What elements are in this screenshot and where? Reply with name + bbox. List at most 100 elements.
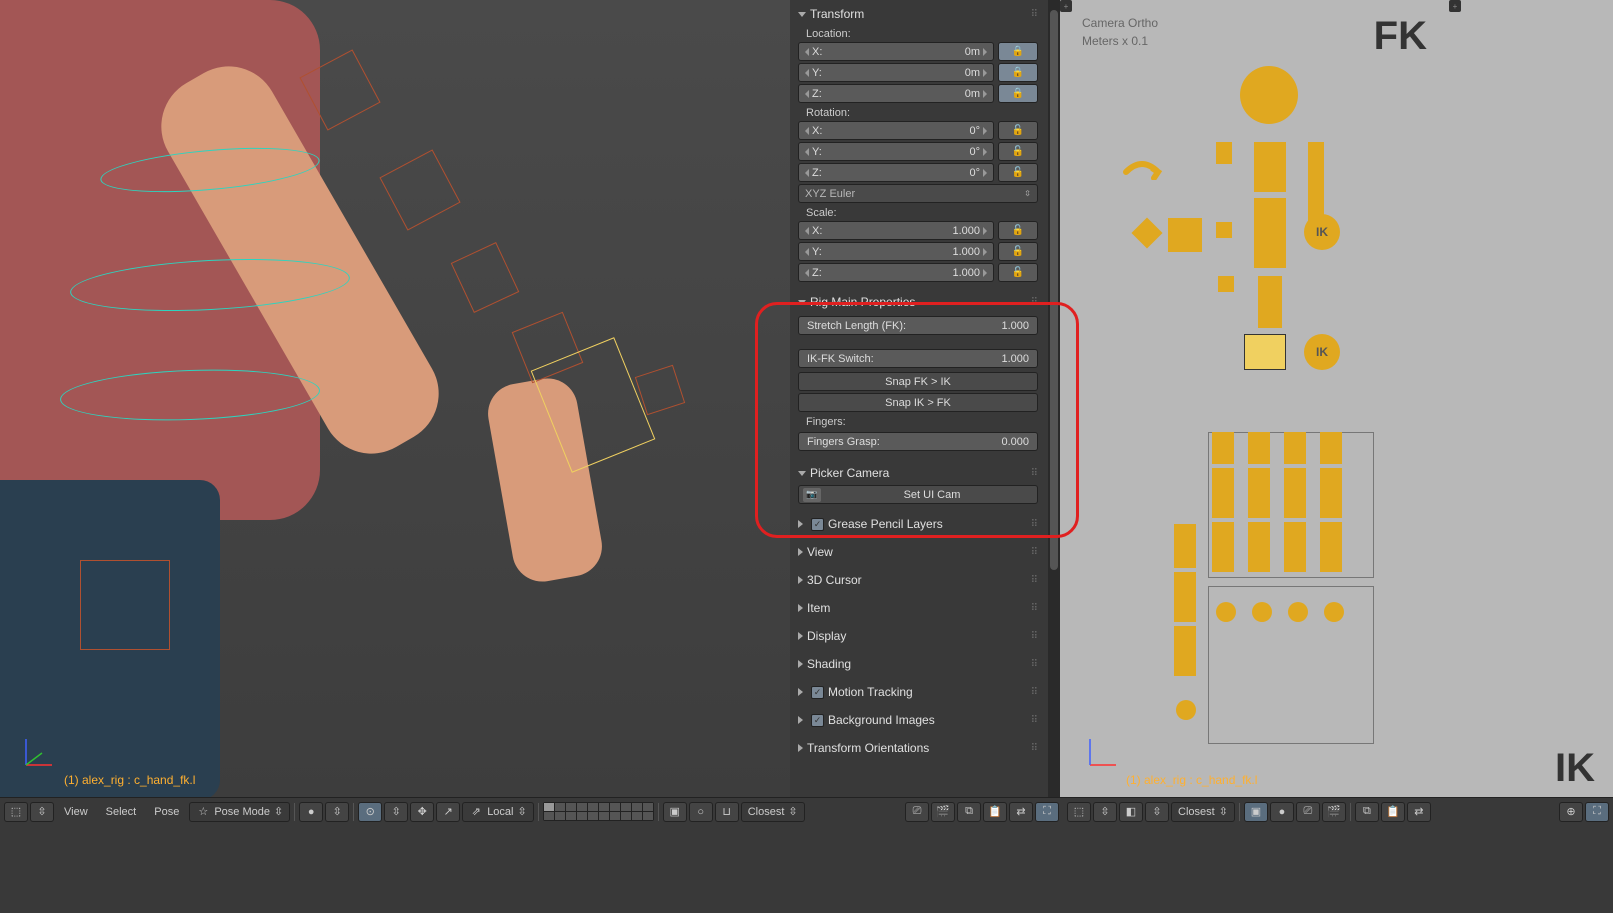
picker-thumb[interactable]: [1174, 524, 1196, 568]
drag-handle-icon[interactable]: ⠿: [1031, 659, 1038, 670]
drag-handle-icon[interactable]: ⠿: [1031, 631, 1038, 642]
opengl-anim-button[interactable]: 🎬: [931, 802, 955, 822]
checkbox-icon[interactable]: ✓: [811, 518, 824, 531]
picker-head[interactable]: [1240, 66, 1298, 124]
maximize-button[interactable]: ⛶: [1035, 802, 1059, 822]
display-button[interactable]: ▣: [1244, 802, 1268, 822]
ikfk-switch-field[interactable]: IK-FK Switch:1.000: [798, 349, 1038, 368]
rotation-mode-dropdown[interactable]: XYZ Euler⇳: [798, 184, 1038, 203]
opengl-render-button[interactable]: ⎚: [905, 802, 929, 822]
picker-finger[interactable]: [1248, 522, 1270, 572]
picker-knuckle[interactable]: [1216, 602, 1236, 622]
loc-y-field[interactable]: Y:0m: [798, 63, 994, 82]
loc-z-field[interactable]: Z:0m: [798, 84, 994, 103]
region-toggle-icon[interactable]: +: [1060, 0, 1072, 12]
drag-handle-icon[interactable]: ⠿: [1031, 297, 1038, 308]
drag-handle-icon[interactable]: ⠿: [1031, 575, 1038, 586]
drag-handle-icon[interactable]: ⠿: [1031, 519, 1038, 530]
editor-type-caret[interactable]: ⇳: [1093, 802, 1117, 822]
copy-button[interactable]: ⧉: [1355, 802, 1379, 822]
snap-fk-ik-button[interactable]: Snap FK > IK: [798, 372, 1038, 391]
drag-handle-icon[interactable]: ⠿: [1031, 468, 1038, 479]
drag-handle-icon[interactable]: ⠿: [1031, 603, 1038, 614]
rot-y-field[interactable]: Y:0°: [798, 142, 994, 161]
viewport-3d-left[interactable]: User Persp Meters x 0.1 (1) alex_rig :: [0, 0, 790, 797]
picker-leg[interactable]: [1258, 276, 1282, 328]
picker-finger[interactable]: [1284, 468, 1306, 518]
lock-camera-button[interactable]: ▣: [663, 802, 687, 822]
loc-x-field[interactable]: X:0m: [798, 42, 994, 61]
picker-arm[interactable]: [1216, 222, 1232, 238]
display-panel-header[interactable]: Display⠿: [798, 626, 1038, 646]
transform-orient-header[interactable]: Transform Orientations⠿: [798, 738, 1038, 758]
stretch-length-field[interactable]: Stretch Length (FK):1.000: [798, 316, 1038, 335]
scale-z-field[interactable]: Z:1.000: [798, 263, 994, 282]
render-button[interactable]: ⎚: [1296, 802, 1320, 822]
shading-panel-header[interactable]: Shading⠿: [798, 654, 1038, 674]
menu-view[interactable]: View: [56, 806, 96, 818]
rot-x-field[interactable]: X:0°: [798, 121, 994, 140]
transform-header[interactable]: Transform ⠿: [798, 4, 1038, 24]
drag-handle-icon[interactable]: ⠿: [1031, 687, 1038, 698]
picker-finger[interactable]: [1320, 522, 1342, 572]
menu-pose[interactable]: Pose: [146, 806, 187, 818]
picker-thumb[interactable]: [1174, 572, 1196, 622]
snap-ik-fk-button[interactable]: Snap IK > FK: [798, 393, 1038, 412]
menu-select[interactable]: Select: [98, 806, 145, 818]
paste-button[interactable]: 📋: [1381, 802, 1405, 822]
lock-button[interactable]: 🔒: [998, 84, 1038, 103]
overlay-button[interactable]: ●: [1270, 802, 1294, 822]
set-ui-cam-button[interactable]: 📷Set UI Cam: [798, 485, 1038, 504]
manipulator-button[interactable]: ✥: [410, 802, 434, 822]
shading-button[interactable]: ◧: [1119, 802, 1143, 822]
viewport-picker[interactable]: + + Camera Ortho Meters x 0.1 FK IK IK: [1060, 0, 1461, 797]
editor-type-dropdown[interactable]: ⬚: [1067, 802, 1091, 822]
shading-caret[interactable]: ⇳: [325, 802, 349, 822]
snap-target-dropdown[interactable]: Closest⇳: [741, 802, 805, 822]
rig-main-header[interactable]: Rig Main Properties ⠿: [798, 292, 1038, 312]
snap-button[interactable]: ⊔: [715, 802, 739, 822]
picker-hips[interactable]: [1168, 218, 1202, 252]
picker-finger[interactable]: [1248, 468, 1270, 518]
lock-button[interactable]: 🔒: [998, 42, 1038, 61]
manip-translate-button[interactable]: ↗: [436, 802, 460, 822]
picker-finger[interactable]: [1212, 432, 1234, 464]
lock-button[interactable]: 🔓: [998, 121, 1038, 140]
shading-solid-button[interactable]: ●: [299, 802, 323, 822]
fingers-grasp-field[interactable]: Fingers Grasp:0.000: [798, 432, 1038, 451]
picker-finger[interactable]: [1248, 432, 1270, 464]
layer-buttons[interactable]: [543, 802, 654, 821]
picker-ik-badge[interactable]: IK: [1304, 334, 1340, 370]
pivot-caret[interactable]: ⇳: [384, 802, 408, 822]
region-toggle-icon[interactable]: +: [1449, 0, 1461, 12]
picker-hip-diamond[interactable]: [1131, 217, 1162, 248]
anim-button[interactable]: 🎬: [1322, 802, 1346, 822]
picker-knuckle[interactable]: [1252, 602, 1272, 622]
item-panel-header[interactable]: Item⠿: [798, 598, 1038, 618]
motion-tracking-header[interactable]: ✓Motion Tracking⠿: [798, 682, 1038, 702]
scale-x-field[interactable]: X:1.000: [798, 221, 994, 240]
picker-finger[interactable]: [1320, 468, 1342, 518]
orientation-dropdown[interactable]: ⇗Local⇳: [462, 802, 534, 822]
lock-button[interactable]: 🔓: [998, 221, 1038, 240]
pivot-button[interactable]: ⊙: [358, 802, 382, 822]
picker-thumb-base[interactable]: [1176, 700, 1196, 720]
picker-knuckle[interactable]: [1288, 602, 1308, 622]
picker-knee[interactable]: [1218, 276, 1234, 292]
picker-chest-lower[interactable]: [1254, 198, 1286, 268]
proportional-edit-button[interactable]: ○: [689, 802, 713, 822]
mode-dropdown[interactable]: ☆Pose Mode⇳: [189, 802, 290, 822]
snap-target-dropdown[interactable]: Closest⇳: [1171, 802, 1235, 822]
copy-pose-button[interactable]: ⧉: [957, 802, 981, 822]
lock-button[interactable]: 🔓: [998, 242, 1038, 261]
picker-thumb[interactable]: [1174, 626, 1196, 676]
paste-flip-button[interactable]: ⇄: [1407, 802, 1431, 822]
editor-type-caret[interactable]: ⇳: [30, 802, 54, 822]
paste-pose-button[interactable]: 📋: [983, 802, 1007, 822]
picker-finger[interactable]: [1212, 522, 1234, 572]
panel-scrollbar[interactable]: [1048, 0, 1060, 797]
lock-button[interactable]: 🔓: [998, 142, 1038, 161]
picker-rotate-arrow-icon[interactable]: [1118, 152, 1166, 180]
drag-handle-icon[interactable]: ⠿: [1031, 743, 1038, 754]
picker-shoulder[interactable]: [1216, 142, 1232, 164]
